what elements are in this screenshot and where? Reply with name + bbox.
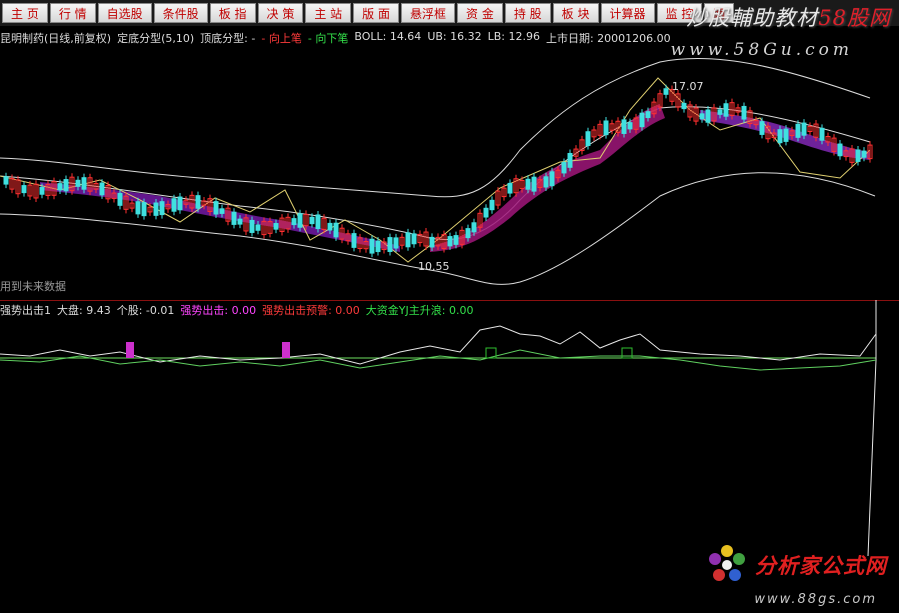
candle-body — [255, 224, 261, 231]
candle-body — [393, 237, 399, 249]
candle-body — [777, 129, 783, 144]
candle-body — [213, 201, 219, 215]
high-price-label: 17.07 — [672, 80, 704, 93]
candle-body — [231, 211, 237, 225]
candle-body — [507, 182, 513, 194]
candle-body — [21, 185, 27, 194]
candle-body — [237, 218, 243, 225]
candle-body — [465, 228, 471, 239]
candle-body — [621, 119, 627, 134]
candle-body — [405, 232, 411, 248]
candle-body — [861, 150, 867, 158]
candle-body — [681, 102, 687, 110]
candle-body — [549, 171, 555, 187]
candle-body — [411, 233, 417, 245]
candle-body — [177, 196, 183, 211]
candle-body — [471, 222, 477, 233]
candle-body — [819, 127, 825, 141]
zigzag-pens — [0, 77, 871, 263]
candle-body — [567, 152, 573, 168]
candle-body — [81, 177, 87, 190]
boll-middle-band — [0, 106, 871, 241]
candle-body — [291, 218, 297, 226]
candle-body — [663, 88, 669, 95]
candle-body — [375, 240, 381, 253]
candle-body — [297, 213, 303, 228]
logo-text: 分析家公式网 — [755, 554, 887, 578]
candle-body — [219, 208, 225, 214]
candle-body — [195, 195, 201, 209]
candle-body — [837, 143, 843, 157]
candle-body — [351, 233, 357, 248]
candle-body — [369, 238, 375, 254]
candle-body — [717, 109, 723, 115]
candle-body — [171, 198, 177, 212]
candle-body — [447, 236, 453, 247]
candle-body — [63, 179, 69, 192]
candle-body — [639, 112, 645, 128]
flower-icon — [705, 543, 749, 587]
candle-body — [429, 236, 435, 248]
candle-body — [855, 149, 861, 162]
candle-body — [117, 192, 123, 206]
candle-body — [483, 207, 489, 218]
candle-body — [525, 178, 531, 190]
candle-body — [153, 202, 159, 216]
candle-body — [453, 235, 459, 245]
boll-upper-band — [0, 57, 871, 198]
candle-body — [75, 179, 81, 187]
candle-body — [627, 122, 633, 130]
candle-body — [333, 222, 339, 238]
candle-body — [699, 113, 705, 120]
indicator-white-line — [0, 300, 877, 557]
logo-url: www.88gs.com — [754, 592, 877, 607]
candle-body — [489, 199, 495, 211]
candle-body — [801, 122, 807, 136]
candle-body — [315, 214, 321, 230]
candle-body — [57, 183, 63, 191]
candle-body — [783, 128, 789, 142]
candle-body — [561, 161, 567, 174]
candle-body — [603, 120, 609, 136]
candle-body — [99, 182, 105, 196]
candle-body — [273, 223, 279, 230]
candle-body — [705, 109, 711, 123]
candle-body — [387, 237, 393, 252]
candle-body — [759, 121, 765, 135]
candle-body — [309, 216, 315, 225]
stock-chart[interactable]: 17.07 10.55 — [0, 0, 899, 613]
candle-body — [723, 103, 729, 117]
candlesticks — [3, 84, 873, 258]
candle-body — [645, 111, 651, 119]
candle-body — [543, 176, 549, 188]
candle-body — [141, 202, 147, 217]
candle-body — [135, 201, 141, 215]
candle-body — [3, 176, 9, 185]
low-price-label: 10.55 — [418, 260, 450, 273]
ma-ribbon-left — [40, 182, 400, 252]
candle-body — [531, 176, 537, 192]
strong-bar-1 — [126, 342, 134, 358]
candle-body — [159, 201, 165, 216]
strong-bar-2 — [282, 342, 290, 358]
candle-body — [795, 123, 801, 138]
candle-body — [741, 105, 747, 120]
candle-body — [585, 131, 591, 146]
candle-body — [327, 222, 333, 231]
bottom-logo: 分析家公式网 — [705, 543, 887, 587]
candle-body — [39, 187, 45, 195]
candle-body — [249, 219, 255, 233]
